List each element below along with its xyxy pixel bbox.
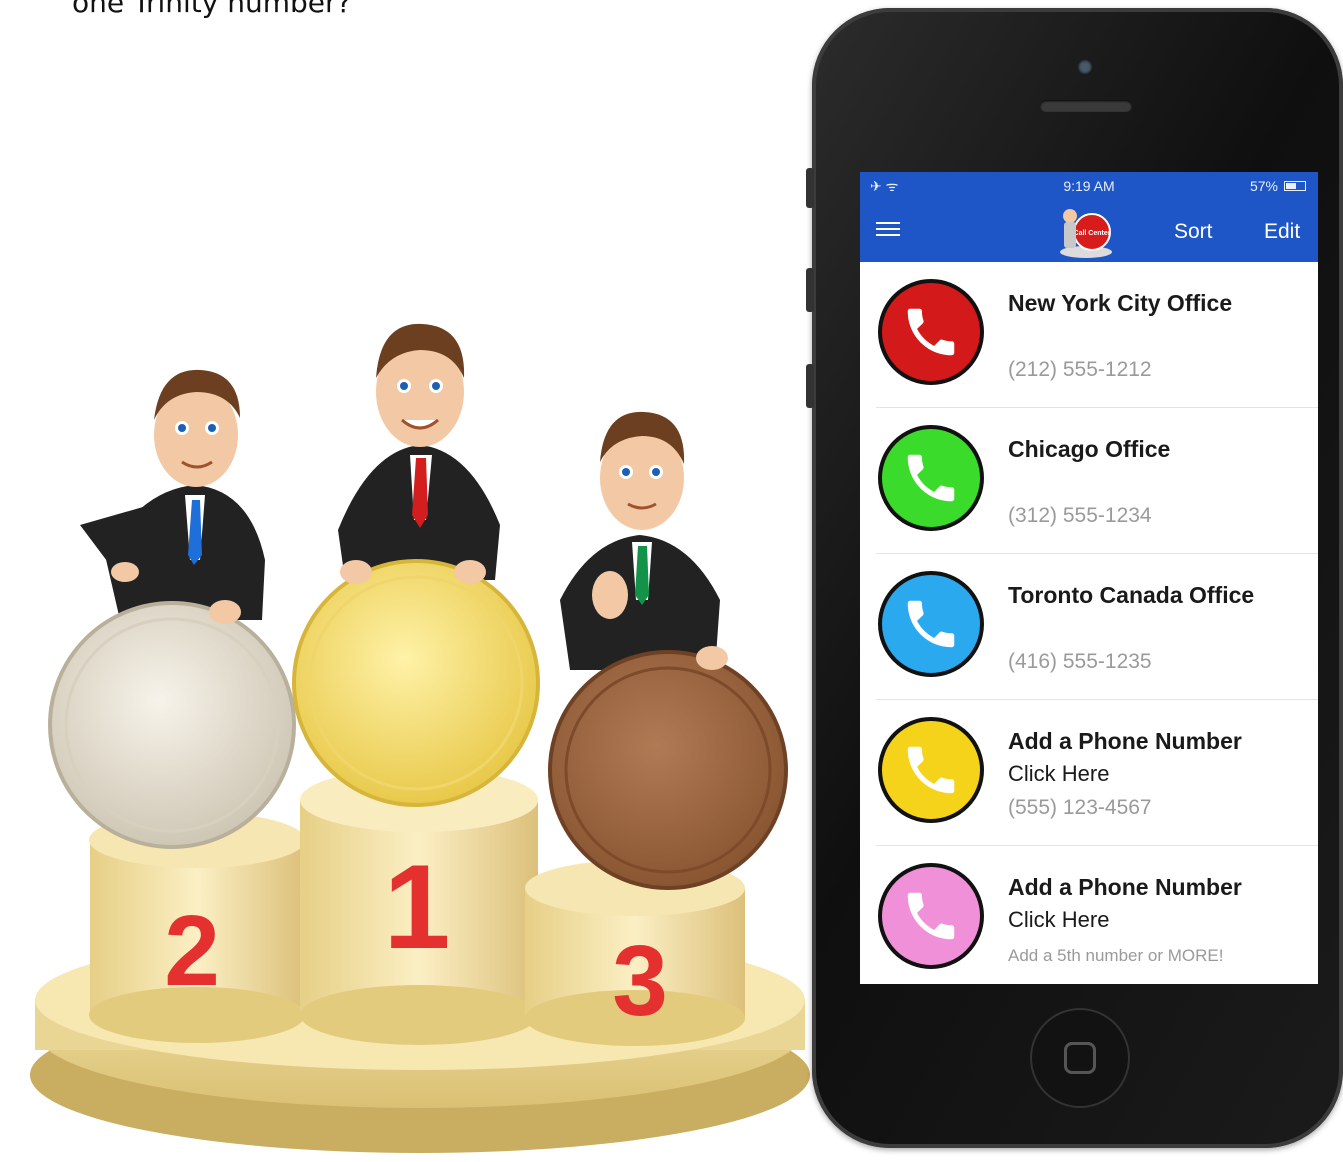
logo-text: Call Center xyxy=(1074,230,1111,237)
contact-subtitle: Click Here xyxy=(1008,761,1110,786)
contact-name: Add a Phone Number xyxy=(1008,874,1242,900)
app-logo: Call Center xyxy=(1060,209,1112,258)
status-right: 57% xyxy=(1250,178,1306,194)
contact-list: New York City Office (212) 555-1212 Chicag… xyxy=(860,262,1318,984)
figure-second-place xyxy=(80,369,265,620)
status-bar: ✈ ᯤ 9:19 AM 57% xyxy=(860,172,1318,200)
home-square-icon xyxy=(1064,1042,1096,1074)
contact-number: Add a 5th number or MORE! xyxy=(1008,946,1224,965)
phone-call-icon[interactable] xyxy=(878,279,984,385)
gold-medal xyxy=(292,559,540,807)
front-camera xyxy=(1078,60,1092,74)
phone-screen: ✈ ᯤ 9:19 AM 57% Call Center Sort Edit Ne… xyxy=(860,172,1318,984)
phone-call-icon[interactable] xyxy=(878,425,984,531)
contact-row[interactable]: New York City Office (212) 555-1212 xyxy=(876,262,1318,408)
place-number-3: 3 xyxy=(612,925,668,1037)
contact-number: (312) 555-1234 xyxy=(1008,504,1152,527)
home-button[interactable] xyxy=(1030,1008,1130,1108)
contact-name: Add a Phone Number xyxy=(1008,728,1242,754)
contact-number: (555) 123-4567 xyxy=(1008,796,1152,819)
place-number-2: 2 xyxy=(164,895,220,1007)
contact-row[interactable]: Add a Phone Number Click Here Add a 5th nu… xyxy=(876,846,1318,984)
caption-text: one Trinity number? xyxy=(72,0,352,19)
phone-call-icon[interactable] xyxy=(878,571,984,677)
contact-name: Toronto Canada Office xyxy=(1008,582,1255,608)
phone-call-icon[interactable] xyxy=(878,863,984,969)
figure-third-place xyxy=(560,411,720,670)
contact-row[interactable]: Add a Phone Number Click Here (555) 123-45… xyxy=(876,700,1318,846)
earpiece-speaker xyxy=(1040,100,1132,112)
mute-switch xyxy=(806,168,814,208)
bronze-medal xyxy=(548,650,788,890)
place-number-1: 1 xyxy=(384,840,451,974)
volume-down-button xyxy=(806,364,814,408)
sort-button[interactable]: Sort xyxy=(1174,220,1213,244)
contact-row[interactable]: Toronto Canada Office (416) 555-1235 xyxy=(876,554,1318,700)
hamburger-menu-icon[interactable] xyxy=(876,218,900,242)
phone-call-icon[interactable] xyxy=(878,717,984,823)
battery-percent: 57% xyxy=(1249,178,1278,194)
edit-button[interactable]: Edit xyxy=(1264,220,1300,244)
contact-number: (416) 555-1235 xyxy=(1008,650,1152,673)
phone-device: ✈ ᯤ 9:19 AM 57% Call Center Sort Edit Ne… xyxy=(806,8,1343,1148)
battery-fill xyxy=(1286,183,1297,189)
contact-name: Chicago Office xyxy=(1008,436,1171,462)
contact-subtitle: Click Here xyxy=(1008,907,1110,932)
battery-icon xyxy=(1284,181,1306,191)
contact-row[interactable]: Chicago Office (312) 555-1234 xyxy=(876,408,1318,554)
contact-number: (212) 555-1212 xyxy=(1008,358,1152,381)
app-navbar: Call Center Sort Edit xyxy=(860,200,1318,262)
contact-name: New York City Office xyxy=(1008,290,1233,316)
podium-illustration: 2 1 3 xyxy=(30,323,810,1153)
volume-up-button xyxy=(806,268,814,312)
silver-medal xyxy=(48,601,296,849)
figure-first-place xyxy=(338,323,500,580)
